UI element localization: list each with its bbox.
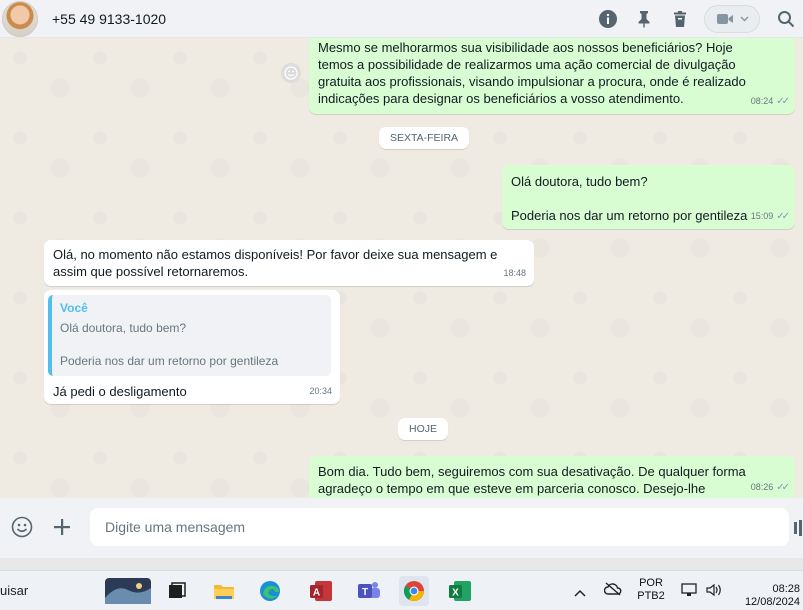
double-check-icon: ✓✓ xyxy=(776,211,790,222)
message-time: 20:34 xyxy=(309,386,332,396)
display-network-icon[interactable] xyxy=(681,582,697,601)
message-meta: 20:34 xyxy=(309,383,332,400)
speaker-icon[interactable] xyxy=(705,582,723,601)
message-time: 15:09 xyxy=(750,211,774,221)
info-icon[interactable] xyxy=(593,4,623,34)
double-check-icon: ✓✓ xyxy=(776,96,790,107)
message-time: 08:24 xyxy=(750,96,774,106)
message-bubble[interactable]: Olá doutora, tudo bem? Poderia nos dar u… xyxy=(502,165,795,229)
language-code: POR xyxy=(639,577,663,589)
message-meta: 08:26 ✓✓ xyxy=(750,479,790,496)
chat-header: +55 49 9133-1020 xyxy=(0,0,803,38)
emoji-reaction-button[interactable] xyxy=(281,63,301,83)
delete-icon[interactable] xyxy=(665,4,695,34)
date-separator: HOJE xyxy=(398,418,449,440)
mic-icon[interactable] xyxy=(793,520,803,536)
svg-text:T: T xyxy=(362,587,368,598)
chevron-down-icon xyxy=(740,16,748,22)
message-time: 08:26 xyxy=(750,482,774,492)
message-text-line: Olá doutora, tudo bem? xyxy=(511,174,648,189)
pin-icon[interactable] xyxy=(629,4,659,34)
video-call-button[interactable] xyxy=(704,5,760,33)
os-taskbar: uisar A T X POR PTB2 08:28 12/08/2024 xyxy=(0,570,803,610)
quoted-message[interactable]: Você Olá doutora, tudo bem? Poderia nos … xyxy=(48,295,331,376)
message-input[interactable] xyxy=(90,508,789,546)
window-bottom-edge xyxy=(0,558,803,570)
attach-plus-icon[interactable] xyxy=(46,511,78,543)
access-icon[interactable]: A xyxy=(306,576,336,606)
header-actions xyxy=(590,0,803,38)
video-call-icon xyxy=(716,14,733,24)
search-icon[interactable] xyxy=(771,4,801,34)
emoji-icon[interactable] xyxy=(6,511,38,543)
chat-area[interactable]: Mesmo se melhorarmos sua visibilidade ao… xyxy=(0,38,803,498)
message-bubble[interactable]: Olá, no momento não estamos disponíveis!… xyxy=(44,240,534,286)
avatar[interactable] xyxy=(2,0,38,37)
message-text: Olá, no momento não estamos disponíveis!… xyxy=(53,247,498,279)
clock-time: 08:28 xyxy=(772,583,800,595)
message-text: Já pedi o desligamento xyxy=(53,384,187,399)
message-text: Bom dia. Tudo bem, seguiremos com sua de… xyxy=(318,464,746,496)
message-meta: 18:48 xyxy=(503,265,526,282)
date-separator: SEXTA-FEIRA xyxy=(379,127,470,149)
message-bubble[interactable]: Você Olá doutora, tudo bem? Poderia nos … xyxy=(44,290,340,404)
cloud-offline-icon[interactable] xyxy=(603,582,622,599)
message-text-line: Poderia nos dar um retorno por gentileza xyxy=(511,208,748,223)
system-clock[interactable]: 08:28 12/08/2024 xyxy=(736,583,800,609)
task-view-icon[interactable] xyxy=(162,576,192,606)
double-check-icon: ✓✓ xyxy=(776,482,790,493)
quote-text-line: Poderia nos dar um retorno por gentileza xyxy=(60,354,279,368)
file-explorer-icon[interactable] xyxy=(209,576,239,606)
message-bubble[interactable]: Bom dia. Tudo bem, seguiremos com sua de… xyxy=(309,456,795,498)
excel-icon[interactable]: X xyxy=(445,576,475,606)
widgets-icon[interactable] xyxy=(104,576,152,606)
message-meta: 15:09 ✓✓ xyxy=(750,208,790,225)
message-meta: 08:24 ✓✓ xyxy=(750,93,790,110)
input-language[interactable]: POR PTB2 xyxy=(636,577,666,603)
edge-icon[interactable] xyxy=(255,576,285,606)
contact-name[interactable]: +55 49 9133-1020 xyxy=(52,11,166,27)
svg-text:X: X xyxy=(452,588,459,599)
quote-author: Você xyxy=(60,301,88,315)
message-time: 18:48 xyxy=(503,268,526,278)
message-bubble[interactable]: Mesmo se melhorarmos sua visibilidade ao… xyxy=(309,38,795,114)
quote-text-line: Olá doutora, tudo bem? xyxy=(60,321,187,335)
svg-text:A: A xyxy=(313,588,320,599)
keyboard-layout: PTB2 xyxy=(637,590,665,602)
clock-date: 12/08/2024 xyxy=(744,596,800,608)
teams-icon[interactable]: T xyxy=(354,576,384,606)
message-text: Mesmo se melhorarmos sua visibilidade ao… xyxy=(318,40,746,106)
chevron-up-icon[interactable] xyxy=(574,585,586,600)
chrome-icon[interactable] xyxy=(399,576,429,606)
taskbar-search-text[interactable]: uisar xyxy=(0,583,28,598)
compose-bar xyxy=(0,498,803,558)
